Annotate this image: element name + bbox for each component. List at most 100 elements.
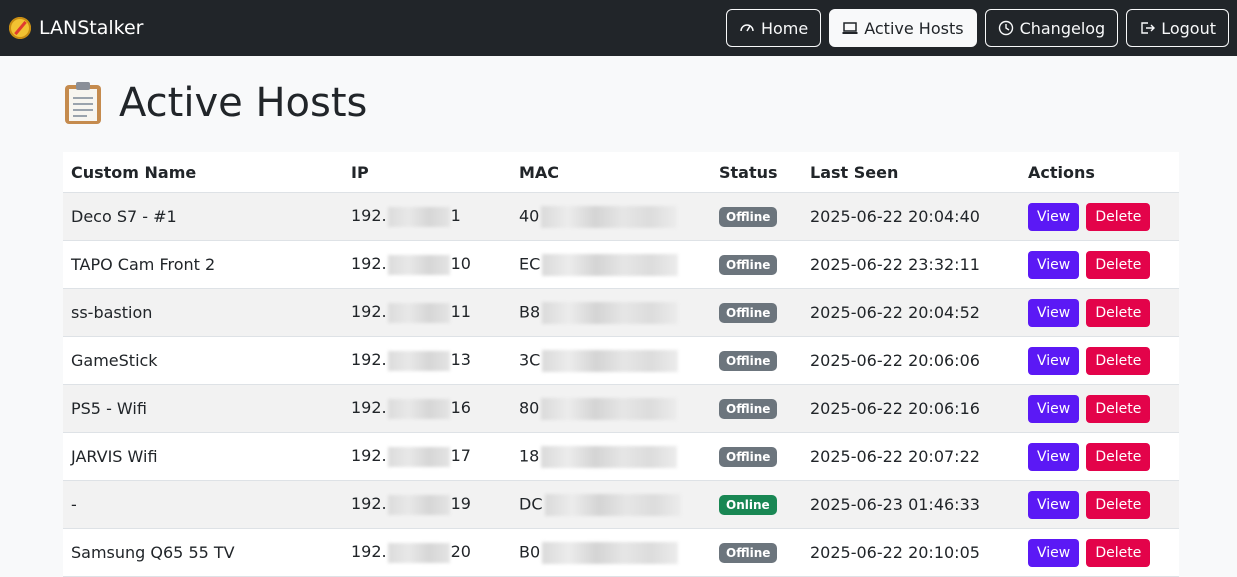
mac-prefix: 3C <box>519 350 541 369</box>
ip-cell: 192. 16 <box>343 384 511 433</box>
mac-prefix: 80 <box>519 398 540 417</box>
ip-suffix: 1 <box>450 206 461 226</box>
mac-cell: B8 <box>511 288 711 337</box>
redacted-mac <box>541 205 678 228</box>
view-button[interactable]: View <box>1028 538 1080 567</box>
table-row: ss-bastion 192. 11 B8 Offline 2025-06-22 … <box>63 288 1179 337</box>
status-badge: Offline <box>719 399 778 419</box>
mac-cell: B0 <box>511 528 711 577</box>
actions-cell: View Delete <box>1020 384 1179 433</box>
status-cell: Offline <box>711 432 802 481</box>
ip-suffix: 20 <box>450 542 471 562</box>
mac-cell: 80 <box>511 384 711 433</box>
view-button[interactable]: View <box>1028 298 1080 327</box>
delete-button[interactable]: Delete <box>1086 346 1151 375</box>
table-header-row: Custom Name IP MAC Status Last Seen Acti… <box>63 152 1179 193</box>
redacted-mac <box>544 493 681 516</box>
delete-button[interactable]: Delete <box>1086 250 1151 279</box>
brand[interactable]: LANStalker <box>9 17 144 39</box>
delete-button[interactable]: Delete <box>1086 394 1151 423</box>
actions-cell: View Delete <box>1020 336 1179 385</box>
redacted-mac <box>542 541 679 564</box>
redacted-mac <box>542 253 679 276</box>
delete-button[interactable]: Delete <box>1086 298 1151 327</box>
last-seen-cell: 2025-06-22 20:04:40 <box>802 192 1020 241</box>
nav-changelog-button[interactable]: Changelog <box>984 9 1119 47</box>
ip-cell: 192. 17 <box>343 432 511 481</box>
actions-cell: View Delete <box>1020 240 1179 289</box>
redacted-ip <box>387 206 450 227</box>
view-button[interactable]: View <box>1028 202 1080 231</box>
nav-home-label: Home <box>760 18 809 38</box>
last-seen-cell: 2025-06-22 23:32:11 <box>802 240 1020 289</box>
status-badge: Offline <box>719 303 778 323</box>
table-row: Samsung Q65 55 TV 192. 20 B0 Offline 2025… <box>63 528 1179 577</box>
status-cell: Offline <box>711 384 802 433</box>
host-name-cell: Samsung Q65 55 TV <box>63 528 343 577</box>
redacted-mac <box>541 397 678 420</box>
nav-logout-button[interactable]: Logout <box>1126 9 1229 47</box>
ip-prefix: 192. <box>351 302 387 322</box>
last-seen-cell: 2025-06-22 20:10:05 <box>802 528 1020 577</box>
status-badge: Online <box>719 495 777 515</box>
view-button[interactable]: View <box>1028 250 1080 279</box>
host-name-cell: TAPO Cam Front 2 <box>63 240 343 289</box>
host-name-cell: PS5 - Wifi <box>63 384 343 433</box>
top-navbar: LANStalker Home Active Hosts Changelog L… <box>0 0 1237 56</box>
host-name-cell: ss-bastion <box>63 288 343 337</box>
ip-cell: 192. 10 <box>343 240 511 289</box>
nav-active-hosts-button[interactable]: Active Hosts <box>829 9 977 47</box>
redacted-mac <box>541 445 678 468</box>
last-seen-cell: 2025-06-22 20:06:06 <box>802 336 1020 385</box>
view-button[interactable]: View <box>1028 442 1080 471</box>
mac-prefix: 40 <box>519 206 540 225</box>
status-cell: Offline <box>711 288 802 337</box>
nav-home-button[interactable]: Home <box>725 9 822 47</box>
ip-prefix: 192. <box>351 446 387 466</box>
host-name-cell: JARVIS Wifi <box>63 432 343 481</box>
delete-button[interactable]: Delete <box>1086 490 1151 519</box>
mac-cell: EC <box>511 240 711 289</box>
host-name-cell: Deco S7 - #1 <box>63 192 343 241</box>
status-badge: Offline <box>719 207 778 227</box>
mac-cell: DC <box>511 480 711 529</box>
dashboard-gauge-icon <box>740 24 754 32</box>
status-badge: Offline <box>719 447 778 467</box>
view-button[interactable]: View <box>1028 490 1080 519</box>
ip-prefix: 192. <box>351 254 387 274</box>
mac-prefix: B8 <box>519 302 541 321</box>
status-cell: Offline <box>711 528 802 577</box>
ip-prefix: 192. <box>351 542 387 562</box>
redacted-mac <box>542 349 679 372</box>
status-cell: Offline <box>711 240 802 289</box>
last-seen-cell: 2025-06-22 20:04:52 <box>802 288 1020 337</box>
col-actions: Actions <box>1020 152 1179 193</box>
compass-icon <box>9 17 31 39</box>
ip-prefix: 192. <box>351 398 387 418</box>
ip-prefix: 192. <box>351 206 387 226</box>
view-button[interactable]: View <box>1028 346 1080 375</box>
redacted-ip <box>387 254 450 275</box>
delete-button[interactable]: Delete <box>1086 202 1151 231</box>
nav-changelog-label: Changelog <box>1019 18 1106 38</box>
redacted-ip <box>387 398 450 419</box>
page-title-text: Active Hosts <box>119 80 368 126</box>
ip-prefix: 192. <box>351 494 387 514</box>
nav-active-hosts-label: Active Hosts <box>864 18 964 38</box>
actions-cell: View Delete <box>1020 288 1179 337</box>
ip-cell: 192. 19 <box>343 480 511 529</box>
redacted-ip <box>387 542 450 563</box>
mac-prefix: DC <box>519 494 543 513</box>
ip-cell: 192. 13 <box>343 336 511 385</box>
ip-cell: 192. 20 <box>343 528 511 577</box>
delete-button[interactable]: Delete <box>1086 442 1151 471</box>
col-last-seen: Last Seen <box>802 152 1020 193</box>
status-badge: Offline <box>719 351 778 371</box>
redacted-mac <box>542 301 679 324</box>
view-button[interactable]: View <box>1028 394 1080 423</box>
table-row: JARVIS Wifi 192. 17 18 Offline 2025-06-22… <box>63 432 1179 481</box>
delete-button[interactable]: Delete <box>1086 538 1151 567</box>
logout-icon <box>1141 22 1156 34</box>
ip-suffix: 11 <box>450 302 471 322</box>
redacted-ip <box>387 302 450 323</box>
